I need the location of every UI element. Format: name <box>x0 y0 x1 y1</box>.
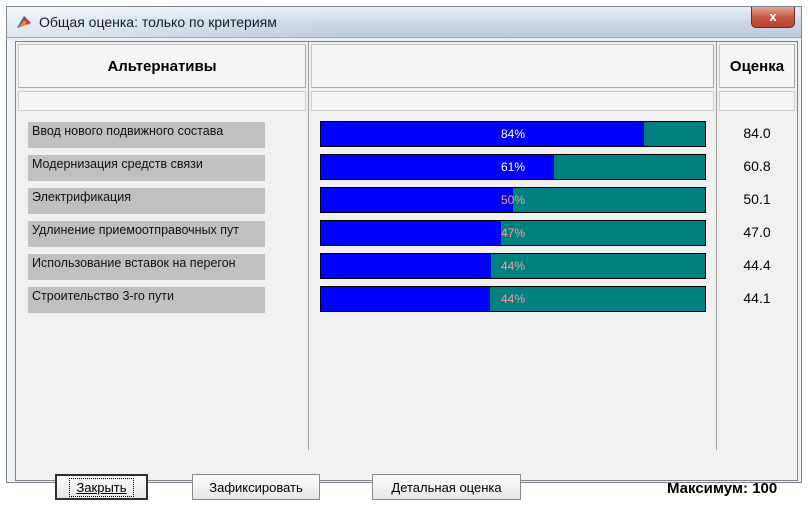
score-bar-fill <box>321 254 492 278</box>
detailed-evaluation-button[interactable]: Детальная оценка <box>372 474 521 500</box>
score-bar-percent: 44% <box>500 292 526 306</box>
score-value: 60.8 <box>743 158 771 174</box>
score-column: Оценка 84.0 60.8 50.1 47.0 44.4 44.1 <box>717 42 797 450</box>
score-bar-percent: 61% <box>500 160 526 174</box>
score-header: Оценка <box>719 44 795 88</box>
alternative-label: Использование вставок на перегон <box>28 254 265 280</box>
score-value: 44.1 <box>743 290 771 306</box>
window-title: Общая оценка: только по критериям <box>39 14 277 30</box>
fix-button[interactable]: Зафиксировать <box>192 474 320 500</box>
score-value: 47.0 <box>743 224 771 240</box>
alternatives-column: Альтернативы Ввод нового подвижного сост… <box>16 42 309 450</box>
alternative-label: Строительство 3-го пути <box>28 287 265 313</box>
score-subheader <box>719 91 795 111</box>
score-value: 84.0 <box>743 125 771 141</box>
bars-subheader <box>311 91 714 111</box>
score-bar: 84% <box>320 121 706 147</box>
close-button[interactable]: Закрыть <box>55 474 148 500</box>
score-bar-percent: 44% <box>500 259 526 273</box>
score-value: 50.1 <box>743 191 771 207</box>
score-bar-percent: 50% <box>500 193 526 207</box>
score-bar-percent: 84% <box>500 127 526 141</box>
score-bar: 47% <box>320 220 706 246</box>
score-bar: 50% <box>320 187 706 213</box>
bars-column: 84% 61% 50% 47% 44% 44% <box>309 42 717 450</box>
score-bar-percent: 47% <box>500 226 526 240</box>
score-value: 44.4 <box>743 257 771 273</box>
client-area: Альтернативы Ввод нового подвижного сост… <box>15 41 798 500</box>
alternatives-header: Альтернативы <box>18 44 306 88</box>
alternative-label: Модернизация средств связи <box>28 155 265 181</box>
close-icon[interactable]: x <box>751 7 795 28</box>
score-bar-fill <box>321 188 514 212</box>
score-bar: 44% <box>320 286 706 312</box>
alternative-label: Ввод нового подвижного состава <box>28 122 265 148</box>
alternative-label: Удлинение приемоотправочных пут <box>28 221 265 247</box>
score-bar: 44% <box>320 253 706 279</box>
score-bar: 61% <box>320 154 706 180</box>
score-bar-fill <box>321 287 491 311</box>
alternatives-subheader <box>18 91 306 111</box>
bars-header <box>311 44 714 88</box>
close-button-label: Закрыть <box>69 477 134 497</box>
score-bar-fill <box>321 221 502 245</box>
title-bar[interactable]: Общая оценка: только по критериям x <box>7 7 801 38</box>
maximum-label: Максимум: 100 <box>667 480 778 497</box>
alternative-label: Электрификация <box>28 188 265 214</box>
score-bar-fill <box>321 122 644 146</box>
app-icon <box>17 16 31 28</box>
evaluation-window: Общая оценка: только по критериям x Альт… <box>6 6 802 500</box>
